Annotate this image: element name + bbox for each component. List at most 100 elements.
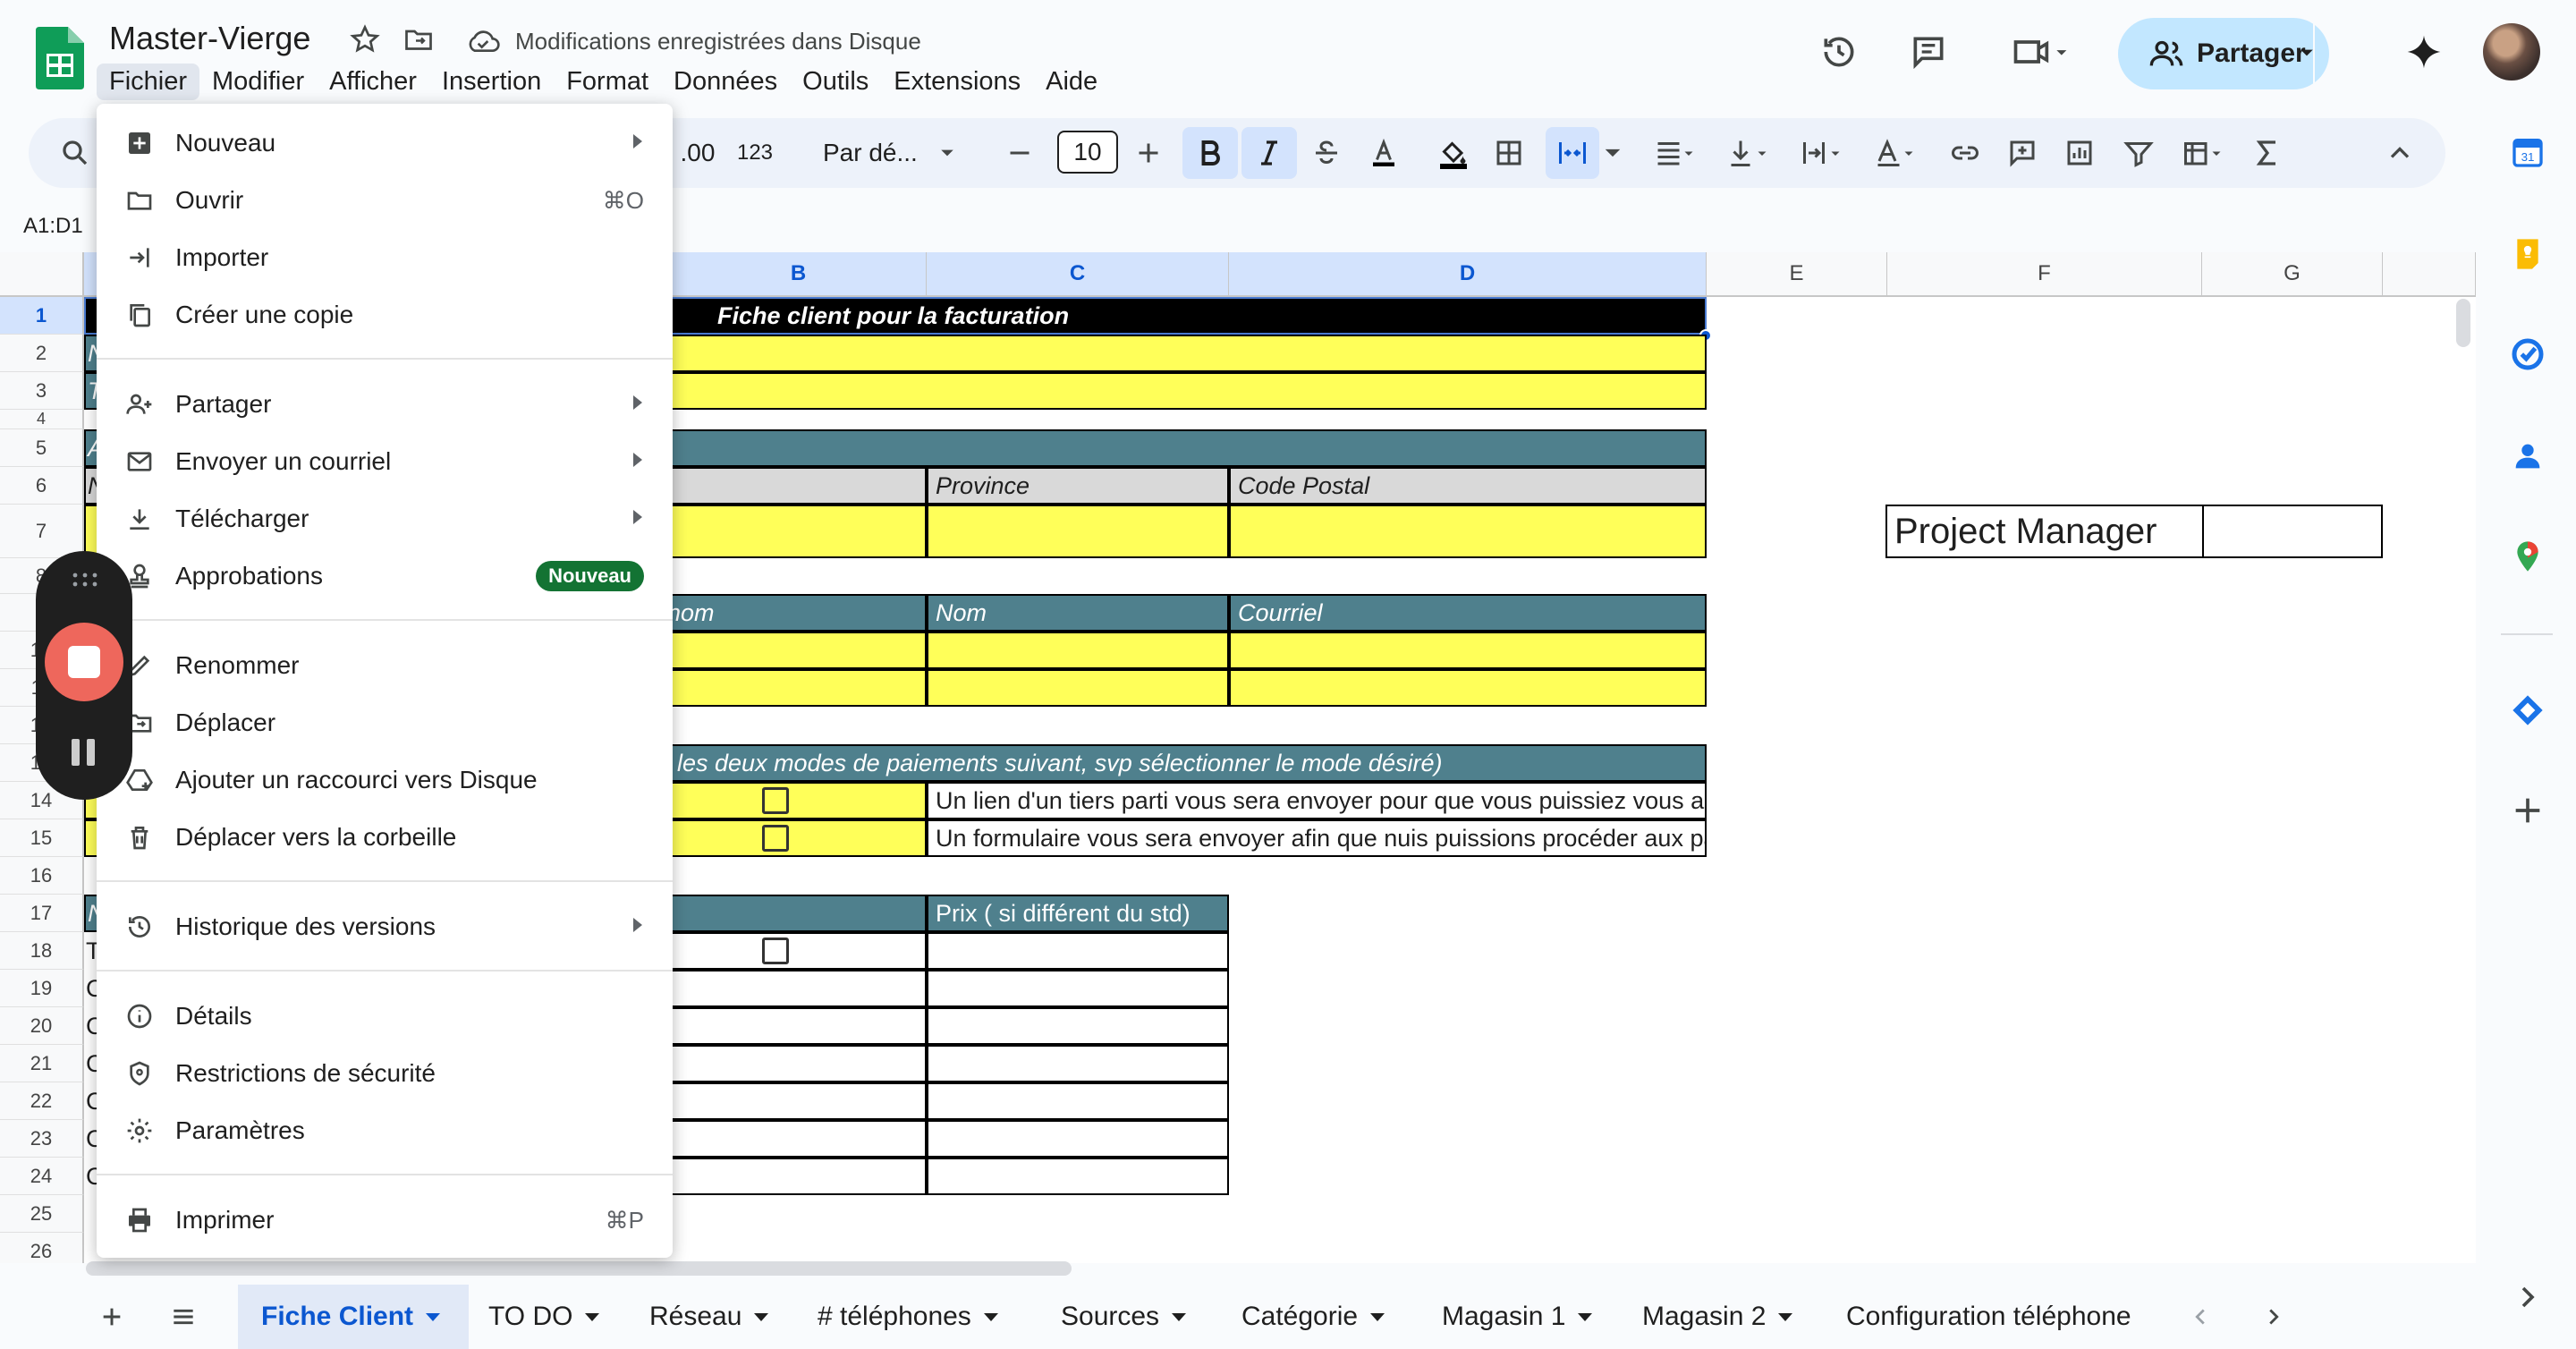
- menu-afficher[interactable]: Afficher: [317, 64, 429, 100]
- vertical-scrollbar[interactable]: [2456, 299, 2470, 347]
- keep-icon[interactable]: [2510, 236, 2546, 272]
- menu-item-historique[interactable]: Historique des versions: [97, 898, 673, 955]
- row-header[interactable]: 18: [0, 932, 84, 970]
- column-header-h[interactable]: [2383, 252, 2476, 297]
- row-header[interactable]: 3: [0, 372, 84, 410]
- menu-item-deplacer[interactable]: Déplacer: [97, 694, 673, 751]
- add-sheet-button[interactable]: [89, 1285, 134, 1349]
- payment-opt1-text[interactable]: Un lien d'un tiers parti vous sera envoy…: [927, 782, 1707, 819]
- font-size-input[interactable]: 10: [1057, 131, 1118, 174]
- menu-item-ouvrir[interactable]: Ouvrir ⌘O: [97, 172, 673, 229]
- row-header[interactable]: 4: [0, 410, 84, 429]
- star-icon[interactable]: [349, 23, 381, 55]
- expand-panel-chevron-icon[interactable]: [2510, 1279, 2546, 1315]
- menu-fichier[interactable]: Fichier: [97, 63, 200, 100]
- column-header-g[interactable]: G: [2202, 252, 2383, 297]
- row-header[interactable]: 20: [0, 1007, 84, 1045]
- prix-row-19[interactable]: [927, 970, 1229, 1007]
- stop-recording-button[interactable]: [45, 623, 123, 701]
- maps-icon[interactable]: [2510, 539, 2546, 574]
- functions-sigma-icon[interactable]: [2245, 118, 2290, 188]
- menu-outils[interactable]: Outils: [790, 64, 881, 100]
- tab-categorie[interactable]: Catégorie: [1241, 1285, 1385, 1349]
- more-formats-button[interactable]: 123: [728, 118, 782, 188]
- tab-reseau[interactable]: Réseau: [649, 1285, 769, 1349]
- insert-link-button[interactable]: [1943, 118, 1987, 188]
- prix-row-22[interactable]: [927, 1082, 1229, 1120]
- strikethrough-button[interactable]: [1304, 118, 1349, 188]
- menu-extensions[interactable]: Extensions: [881, 64, 1033, 100]
- row-header[interactable]: 22: [0, 1082, 84, 1120]
- text-color-button[interactable]: [1361, 118, 1406, 188]
- column-header-f[interactable]: F: [1887, 252, 2202, 297]
- merge-cells-button[interactable]: [1546, 127, 1599, 179]
- tab-configuration-telephone[interactable]: Configuration téléphone: [1846, 1285, 2131, 1349]
- borders-button[interactable]: [1487, 118, 1531, 188]
- menu-aide[interactable]: Aide: [1033, 64, 1110, 100]
- cell-nom-2[interactable]: [927, 669, 1229, 707]
- cell-courriel-2[interactable]: [1229, 669, 1707, 707]
- tab-telephones[interactable]: # téléphones: [818, 1285, 998, 1349]
- column-header-d[interactable]: D: [1229, 252, 1707, 297]
- contacts-icon[interactable]: [2510, 438, 2546, 474]
- italic-button[interactable]: [1241, 127, 1297, 179]
- row-header[interactable]: 19: [0, 970, 84, 1007]
- project-manager-cell[interactable]: Project Manager: [1885, 505, 2204, 558]
- version-history-icon[interactable]: [1814, 27, 1864, 77]
- vertical-align-button[interactable]: [1717, 118, 1780, 188]
- filter-views-button[interactable]: [2172, 118, 2234, 188]
- menu-item-raccourci-disque[interactable]: Ajouter un raccourci vers Disque: [97, 751, 673, 809]
- row-header[interactable]: 26: [0, 1233, 84, 1263]
- menu-item-importer[interactable]: Importer: [97, 229, 673, 286]
- fill-color-button[interactable]: [1426, 118, 1481, 188]
- row-header[interactable]: 25: [0, 1195, 84, 1233]
- code-postal-header-cell[interactable]: Code Postal: [1229, 467, 1707, 505]
- gemini-sparkle-icon[interactable]: [2399, 27, 2449, 77]
- tab-magasin-2[interactable]: Magasin 2: [1642, 1285, 1793, 1349]
- pause-recording-button[interactable]: [72, 739, 98, 769]
- meet-call-icon[interactable]: [2000, 27, 2080, 77]
- payment-opt2-text[interactable]: Un formulaire vous sera envoyer afin que…: [927, 819, 1707, 857]
- row-header[interactable]: 5: [0, 429, 84, 467]
- tab-magasin-1[interactable]: Magasin 1: [1442, 1285, 1593, 1349]
- text-rotation-button[interactable]: [1864, 118, 1927, 188]
- row-header[interactable]: 17: [0, 895, 84, 932]
- cell-province-input[interactable]: [927, 505, 1229, 558]
- avatar[interactable]: [2483, 23, 2540, 81]
- add-addon-icon[interactable]: [2510, 793, 2546, 828]
- tab-fiche-client[interactable]: Fiche Client: [238, 1285, 469, 1349]
- row-header[interactable]: 16: [0, 857, 84, 895]
- menu-item-details[interactable]: Détails: [97, 988, 673, 1045]
- prix-header-cell[interactable]: Prix ( si différent du std): [927, 895, 1229, 932]
- menu-item-telecharger[interactable]: Télécharger: [97, 490, 673, 547]
- menu-item-partager[interactable]: Partager: [97, 376, 673, 433]
- prix-row-24[interactable]: [927, 1158, 1229, 1195]
- cell-nom-1[interactable]: [927, 632, 1229, 669]
- bold-button[interactable]: [1182, 127, 1238, 179]
- menu-item-envoyer-courriel[interactable]: Envoyer un courriel: [97, 433, 673, 490]
- menu-item-restrictions[interactable]: Restrictions de sécurité: [97, 1045, 673, 1102]
- prix-row-21[interactable]: [927, 1045, 1229, 1082]
- all-sheets-button[interactable]: [161, 1285, 206, 1349]
- scroll-tabs-left-button[interactable]: [2182, 1285, 2218, 1349]
- decrease-font-size-button[interactable]: [1000, 118, 1039, 188]
- tab-sources[interactable]: Sources: [1061, 1285, 1187, 1349]
- row-header[interactable]: 23: [0, 1120, 84, 1158]
- merge-dropdown-chevron-icon[interactable]: [1603, 118, 1623, 188]
- row-header[interactable]: 15: [0, 819, 84, 857]
- select-all-corner[interactable]: [0, 252, 84, 297]
- comments-icon[interactable]: [1903, 27, 1953, 77]
- addon-diamond-icon[interactable]: [2510, 692, 2546, 728]
- row-header[interactable]: 24: [0, 1158, 84, 1195]
- cell-code-postal-input[interactable]: [1229, 505, 1707, 558]
- row-header[interactable]: 6: [0, 467, 84, 505]
- document-title[interactable]: Master-Vierge: [109, 20, 310, 57]
- insert-comment-button[interactable]: [2000, 118, 2045, 188]
- payment-opt1-checkbox[interactable]: [762, 787, 789, 814]
- scroll-tabs-right-button[interactable]: [2256, 1285, 2292, 1349]
- menu-item-renommer[interactable]: Renommer: [97, 637, 673, 694]
- text-wrapping-button[interactable]: [1791, 118, 1853, 188]
- column-header-e[interactable]: E: [1707, 252, 1887, 297]
- row-header[interactable]: 21: [0, 1045, 84, 1082]
- prix-row-23[interactable]: [927, 1120, 1229, 1158]
